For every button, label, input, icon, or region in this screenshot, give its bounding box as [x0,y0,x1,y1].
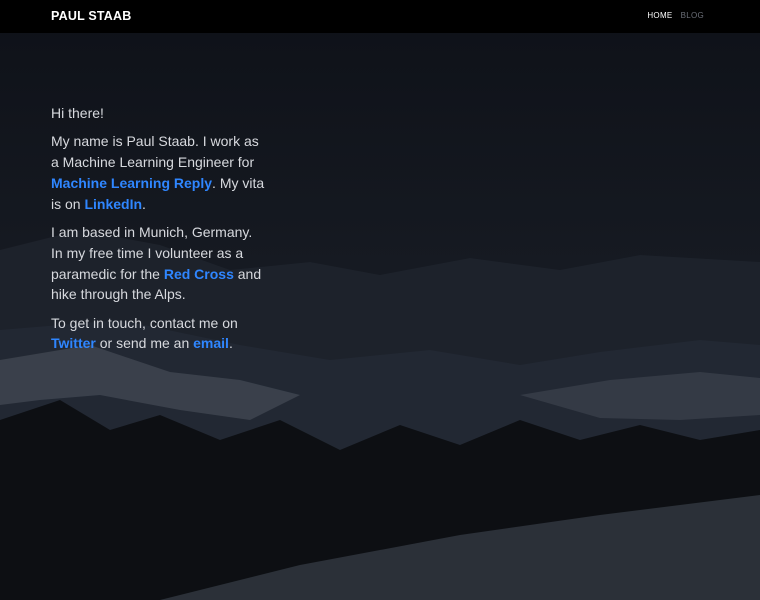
nav-link-home[interactable]: HOME [647,11,672,20]
machine-learning-reply-link[interactable]: Machine Learning Reply [51,175,212,191]
intro-paragraph-2: I am based in Munich, Germany. In my fre… [51,222,266,305]
top-navbar: PAUL STAAB HOME BLOG [0,0,760,33]
p3-text-c: . [228,335,233,352]
red-cross-link[interactable]: Red Cross [164,266,234,282]
nav-link-blog[interactable]: BLOG [681,11,704,20]
email-link[interactable]: email [193,335,229,351]
p3-text-b: or send me an [95,335,194,352]
p3-text-a: To get in touch, contact me on [51,314,238,331]
linkedin-link[interactable]: LinkedIn [84,196,142,212]
p1-text-a: My name is Paul Staab. I work as a Machi… [51,133,259,171]
intro-paragraph-1: My name is Paul Staab. I work as a Machi… [51,131,266,214]
intro-text: Hi there! My name is Paul Staab. I work … [51,103,266,362]
intro-paragraph-3: To get in touch, contact me on Twitter o… [51,313,266,355]
site-brand-link[interactable]: PAUL STAAB [51,9,131,23]
greeting: Hi there! [51,105,104,121]
nav-links: HOME BLOG [647,11,704,20]
p1-text-c: . [142,195,146,212]
twitter-link[interactable]: Twitter [51,335,96,351]
